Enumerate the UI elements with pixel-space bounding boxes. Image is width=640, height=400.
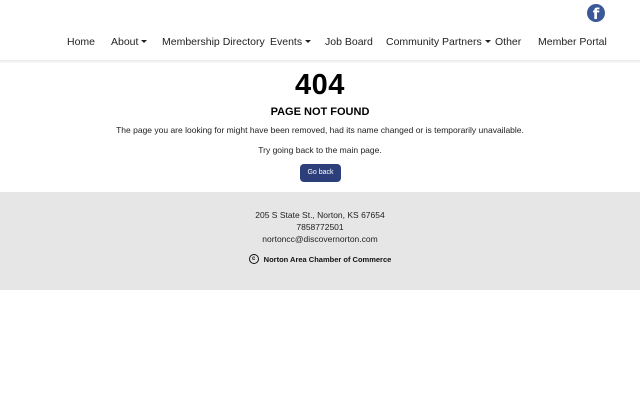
nav-item-other[interactable]: Other (495, 30, 521, 54)
main-nav: Home About Membership Directory Events J… (0, 30, 640, 54)
facebook-glyph: f (592, 5, 600, 22)
error-title: PAGE NOT FOUND (270, 106, 370, 118)
footer-copyright: c Norton Area Chamber of Commerce (0, 254, 640, 264)
chevron-down-icon (484, 40, 491, 43)
nav-label: Job Board (325, 36, 373, 48)
error-message: The page you are looking for might have … (116, 125, 524, 135)
nav-item-membership-directory[interactable]: Membership Directory (162, 30, 265, 54)
nav-label: Home (67, 36, 96, 48)
error-code: 404 (295, 69, 345, 101)
footer-address: 205 S State St., Norton, KS 67654 (255, 210, 385, 220)
nav-label: About (111, 36, 139, 48)
footer-phone[interactable]: 7858772501 (0, 222, 640, 232)
nav-label: Events (270, 36, 303, 48)
nav-item-member-portal[interactable]: Member Portal (538, 30, 607, 54)
nav-label: Member Portal (538, 36, 607, 48)
go-back-button[interactable]: Go back (300, 164, 341, 182)
nav-item-community-partners[interactable]: Community Partners (386, 30, 491, 54)
nav-item-home[interactable]: Home (67, 30, 95, 54)
chevron-down-icon (141, 40, 148, 43)
site-header: f Home About Membership Directory Events… (0, 0, 640, 60)
footer-email[interactable]: nortoncc@discovernorton.com (0, 234, 640, 244)
footer-organization: Norton Area Chamber of Commerce (263, 254, 392, 264)
chevron-down-icon (305, 40, 312, 43)
nav-item-job-board[interactable]: Job Board (325, 30, 373, 54)
nav-item-about[interactable]: About (111, 30, 148, 54)
copyright-icon: c (248, 254, 259, 264)
facebook-icon[interactable]: f (587, 4, 605, 22)
nav-label: Community Partners (386, 36, 482, 48)
nav-item-events[interactable]: Events (270, 30, 312, 54)
error-hint: Try going back to the main page. (258, 145, 382, 155)
site-footer: 205 S State St., Norton, KS 67654 785877… (0, 192, 640, 290)
error-section: 404 PAGE NOT FOUND The page you are look… (0, 63, 640, 192)
nav-label: Membership Directory (162, 36, 265, 48)
nav-label: Other (495, 36, 522, 48)
